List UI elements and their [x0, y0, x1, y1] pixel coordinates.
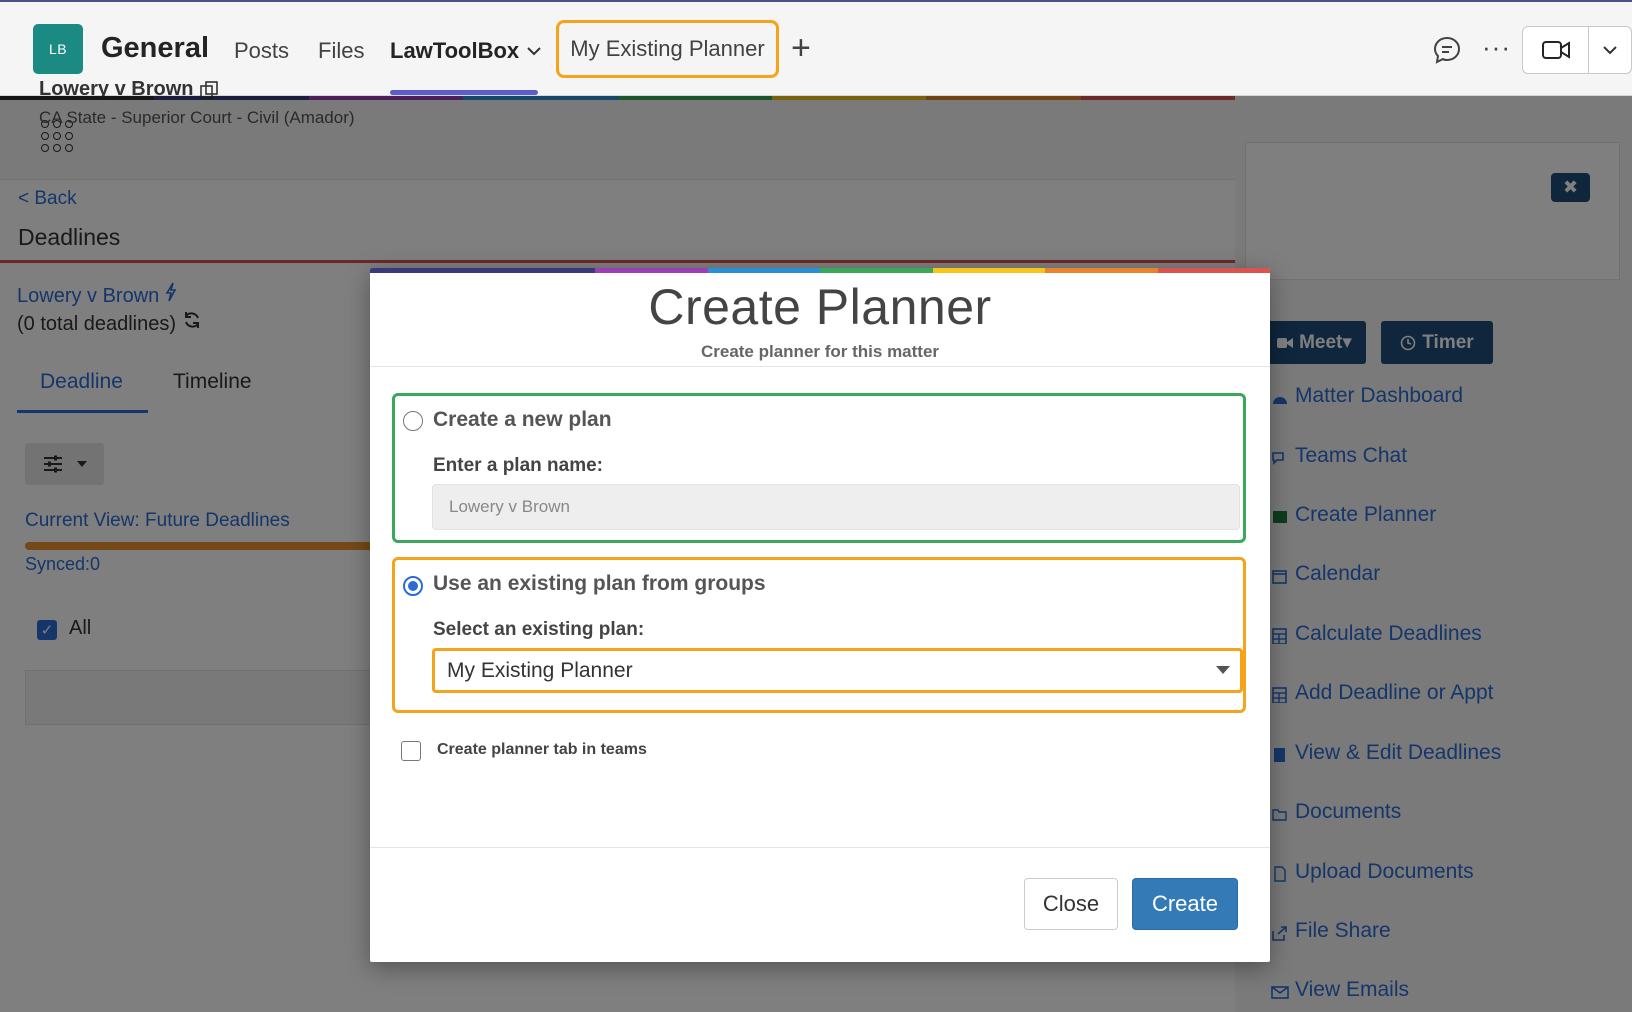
video-call-button[interactable] [1523, 27, 1589, 73]
teams-header: LB General Posts Files LawToolBox My Exi… [0, 0, 1632, 96]
existing-plan-select-value: My Existing Planner [447, 658, 633, 682]
active-tab-indicator [390, 90, 538, 95]
select-caret-icon [1216, 666, 1230, 674]
create-planner-tab-label: Create planner tab in teams [437, 741, 647, 758]
existing-plan-option: Use an existing plan from groups Select … [392, 557, 1246, 713]
existing-plan-select[interactable]: My Existing Planner [432, 648, 1243, 693]
create-button[interactable]: Create [1132, 878, 1238, 930]
dialog-title: Create Planner [648, 279, 992, 335]
tab-lawtoolbox[interactable]: LawToolBox [390, 38, 541, 64]
close-button[interactable]: Close [1024, 878, 1118, 930]
tab-posts[interactable]: Posts [234, 38, 289, 64]
more-options-icon[interactable]: ··· [1482, 32, 1511, 63]
new-plan-option: Create a new plan Enter a plan name: Low… [392, 393, 1246, 543]
add-tab-icon[interactable]: + [791, 30, 811, 66]
chevron-down-icon [527, 47, 541, 56]
existing-plan-field-label: Select an existing plan: [433, 619, 645, 640]
dialog-subtitle: Create planner for this matter [700, 342, 940, 361]
tab-files[interactable]: Files [318, 38, 364, 64]
dialog-header-divider [370, 366, 1270, 367]
create-planner-dialog: Create Planner Create planner for this m… [370, 268, 1270, 962]
existing-plan-label: Use an existing plan from groups [433, 572, 766, 595]
plan-name-input[interactable]: Lowery v Brown [432, 484, 1240, 530]
chat-icon[interactable] [1432, 35, 1462, 65]
existing-plan-radio[interactable] [403, 576, 423, 596]
dialog-rainbow-border [370, 268, 1270, 273]
video-camera-icon [1541, 41, 1570, 59]
meet-now-button-group [1522, 26, 1632, 74]
tab-lawtoolbox-label: LawToolBox [390, 38, 520, 63]
new-plan-radio[interactable] [403, 411, 423, 431]
plan-name-label: Enter a plan name: [433, 455, 603, 476]
meet-options-dropdown[interactable] [1589, 27, 1631, 73]
team-avatar[interactable]: LB [33, 24, 83, 74]
channel-name: General [101, 32, 209, 64]
new-plan-label: Create a new plan [433, 408, 612, 431]
create-planner-tab-checkbox[interactable] [401, 741, 421, 761]
chevron-down-icon [1603, 46, 1617, 55]
tab-my-existing-planner[interactable]: My Existing Planner [556, 20, 779, 78]
dialog-footer-divider [370, 847, 1270, 848]
